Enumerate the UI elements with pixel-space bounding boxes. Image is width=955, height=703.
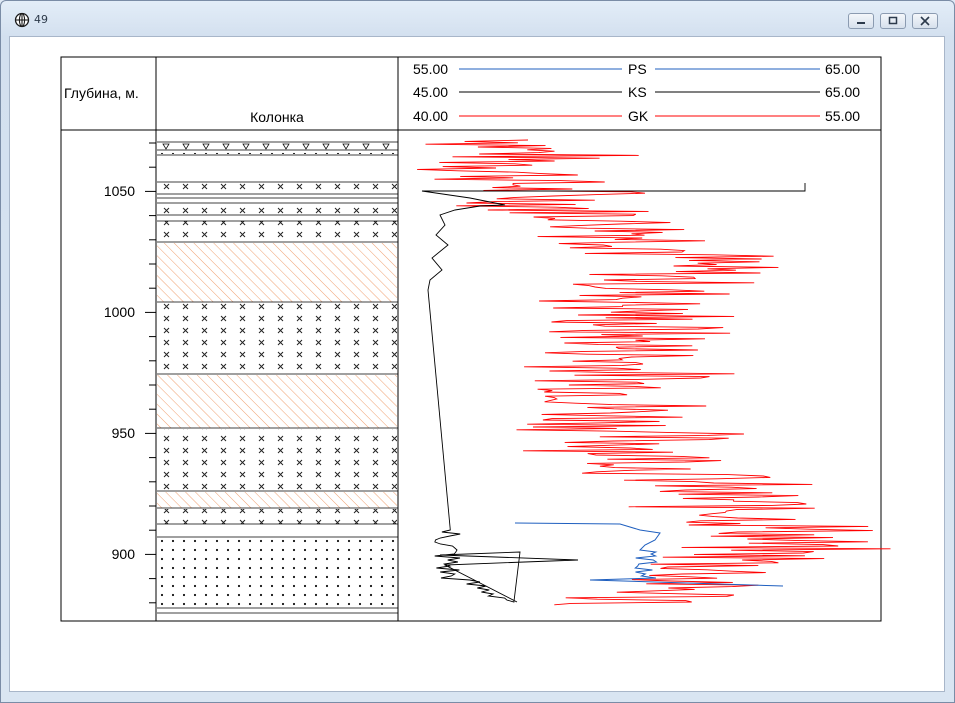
depth-label-950: 950	[112, 425, 136, 441]
legend-ks-name: KS	[628, 84, 647, 100]
depth-label-1000: 1000	[104, 304, 135, 320]
litho-layer-cross	[157, 203, 397, 215]
litho-layer-cross	[157, 221, 397, 242]
depth-header-label: Глубина, м.	[64, 85, 139, 101]
litho-layer-cross	[157, 429, 397, 491]
legend-ps-min: 55.00	[413, 61, 448, 77]
gk-curve	[417, 139, 891, 606]
litho-layer-hatch	[157, 375, 397, 428]
legend-ps-max: 65.00	[825, 61, 860, 77]
legend-gk-name: GK	[628, 108, 649, 124]
legend-gk-max: 55.00	[825, 108, 860, 124]
litho-layer-hatch	[157, 492, 397, 508]
ps-curve	[514, 522, 784, 587]
legend-ks-max: 65.00	[825, 84, 860, 100]
legend-ks-min: 45.00	[413, 84, 448, 100]
legend-ps-name: PS	[628, 61, 647, 77]
column-header-label: Колонка	[250, 109, 304, 125]
litho-layer-cross	[157, 509, 397, 524]
well-log-plot: Глубина, м. Колонка 55.00 PS 65.00 45.00…	[60, 56, 891, 622]
depth-label-900: 900	[112, 546, 136, 562]
litho-layer-hatch	[157, 243, 397, 302]
depth-label-1050: 1050	[104, 183, 135, 199]
litho-layer-dots	[157, 538, 397, 608]
legend-gk: 40.00 GK 55.00	[413, 108, 860, 124]
depth-axis: 1050 1000 950 900	[104, 142, 156, 604]
litho-layer-cross	[157, 303, 397, 374]
legend-ks: 45.00 KS 65.00	[413, 84, 860, 100]
legend-ps: 55.00 PS 65.00	[413, 61, 860, 77]
litho-layer-cross	[157, 182, 397, 194]
litho-layer-triangles	[157, 142, 397, 150]
lithology-column	[157, 141, 398, 614]
legend-gk-min: 40.00	[413, 108, 448, 124]
